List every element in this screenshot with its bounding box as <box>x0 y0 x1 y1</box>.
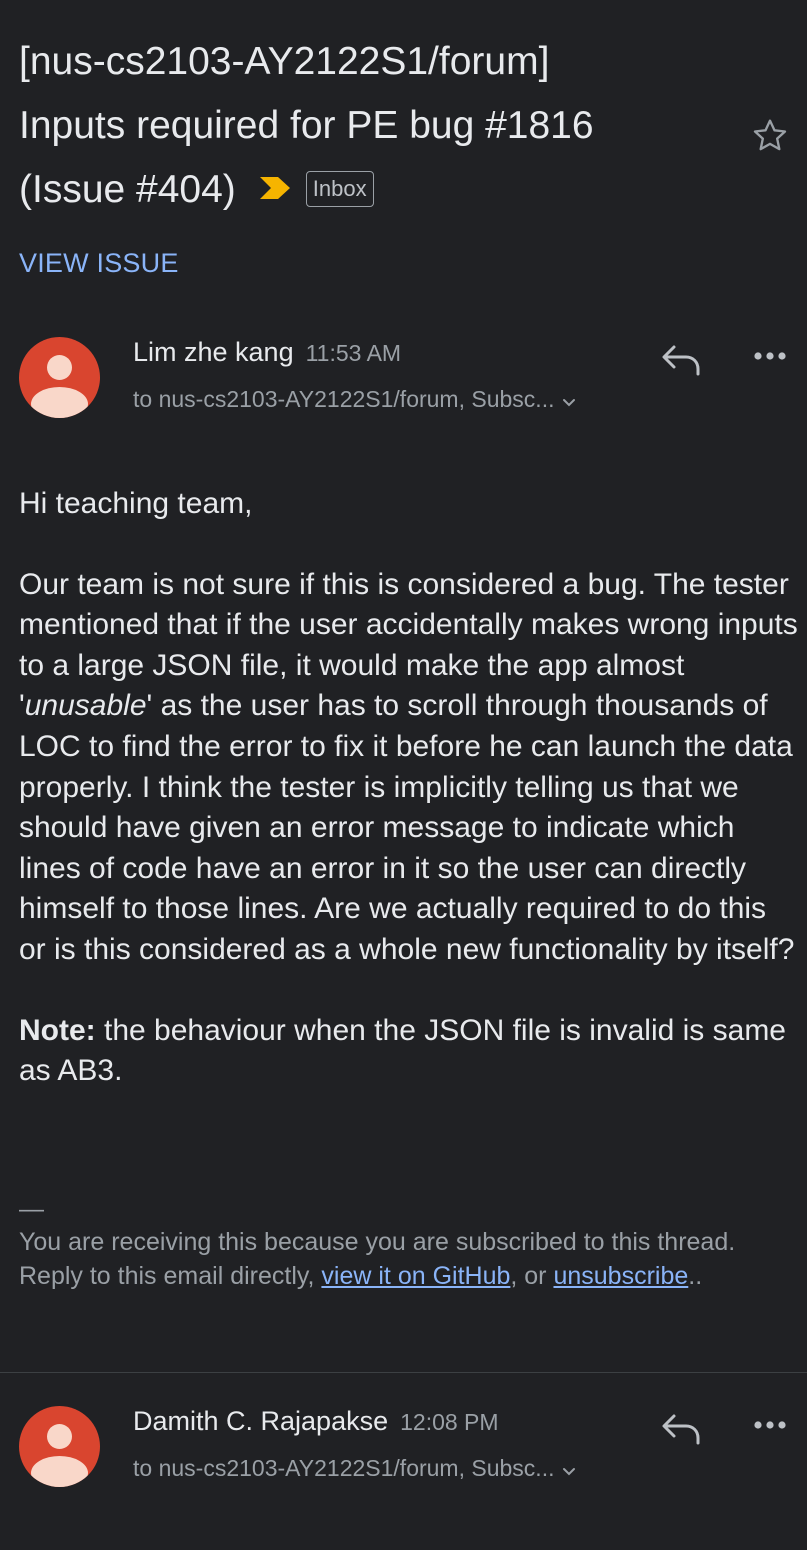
recipients-text: to nus-cs2103-AY2122S1/forum, Subsc... <box>133 1455 555 1481</box>
avatar-body-shape <box>31 1456 88 1487</box>
sender-name: Damith C. Rajapakse <box>133 1406 389 1436</box>
email-footer: — You are receiving this because you are… <box>19 1195 799 1293</box>
note-text: the behaviour when the JSON file is inva… <box>19 1013 786 1088</box>
sender-line: Lim zhe kang 11:53 AM <box>133 337 401 368</box>
unsubscribe-link[interactable]: unsubscribe <box>553 1262 688 1290</box>
body-text-part-2: ' as the user has to scroll through thou… <box>19 689 795 966</box>
avatar[interactable] <box>19 337 100 418</box>
view-issue-link[interactable]: VIEW ISSUE <box>19 248 179 279</box>
recipients-toggle[interactable]: to nus-cs2103-AY2122S1/forum, Subsc... <box>133 386 576 414</box>
footer-subscription-notice: You are receiving this because you are s… <box>19 1228 736 1256</box>
footer-end-text: .. <box>688 1262 703 1290</box>
chevron-down-icon <box>562 1456 576 1483</box>
footer-middle-text: , or <box>510 1262 554 1290</box>
footer-reply-line: Reply to this email directly, view it on… <box>19 1259 799 1293</box>
subject-line-3: (Issue #404) Inbox <box>19 158 719 222</box>
recipients-toggle[interactable]: to nus-cs2103-AY2122S1/forum, Subsc... <box>133 1455 576 1483</box>
footer-reply-prefix: Reply to this email directly, <box>19 1262 322 1290</box>
important-marker-icon[interactable] <box>258 157 292 221</box>
avatar-head-shape <box>47 1424 72 1449</box>
note-paragraph: Note: the behaviour when the JSON file i… <box>19 1011 799 1092</box>
subject-line-3-text: (Issue #404) <box>19 168 236 211</box>
email-subject: [nus-cs2103-AY2122S1/forum] Inputs requi… <box>19 30 719 222</box>
message-time: 11:53 AM <box>305 340 402 366</box>
avatar[interactable] <box>19 1406 100 1487</box>
subject-line-2: Inputs required for PE bug #1816 <box>19 104 594 147</box>
more-options-icon[interactable] <box>750 1418 790 1432</box>
body-emphasis: unusable <box>24 689 147 723</box>
message-header[interactable]: Lim zhe kang 11:53 AM to nus-cs2103-AY212… <box>0 337 807 427</box>
reply-icon[interactable] <box>660 343 702 377</box>
email-body: Hi teaching team, Our team is not sure i… <box>19 484 799 1092</box>
sender-line: Damith C. Rajapakse 12:08 PM <box>133 1406 499 1437</box>
star-icon[interactable] <box>750 116 790 156</box>
note-label: Note: <box>19 1013 96 1047</box>
footer-dash: — <box>19 1195 44 1223</box>
greeting: Hi teaching team, <box>19 487 253 520</box>
sender-name: Lim zhe kang <box>133 337 294 367</box>
subject-line-1: [nus-cs2103-AY2122S1/forum] <box>19 40 550 83</box>
chevron-down-icon <box>562 387 576 414</box>
message-divider <box>0 1372 807 1373</box>
message-header[interactable]: Damith C. Rajapakse 12:08 PM to nus-cs210… <box>0 1406 807 1496</box>
inbox-label[interactable]: Inbox <box>305 170 374 207</box>
recipients-text: to nus-cs2103-AY2122S1/forum, Subsc... <box>133 386 555 412</box>
body-paragraph: Our team is not sure if this is consider… <box>19 565 799 971</box>
avatar-body-shape <box>31 387 88 418</box>
more-options-icon[interactable] <box>750 349 790 363</box>
view-on-github-link[interactable]: view it on GitHub <box>321 1262 510 1290</box>
reply-icon[interactable] <box>660 1412 702 1446</box>
message-time: 12:08 PM <box>400 1409 499 1435</box>
avatar-head-shape <box>47 355 72 380</box>
